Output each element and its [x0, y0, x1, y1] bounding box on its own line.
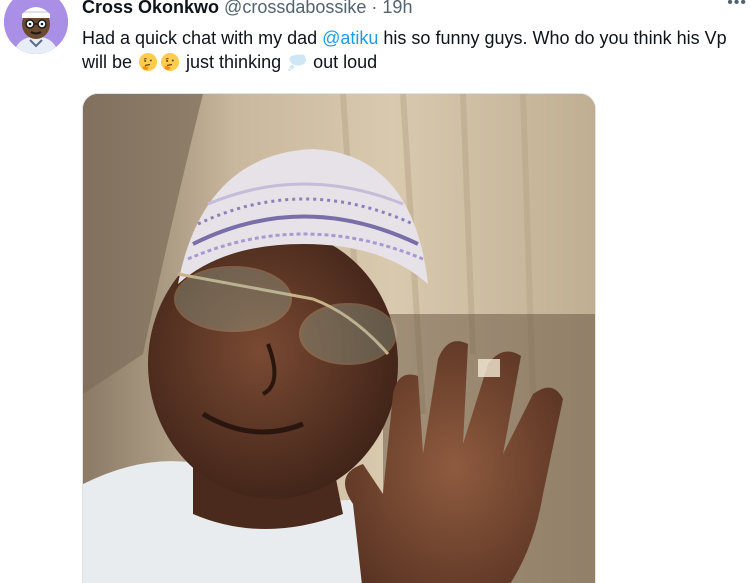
thought-balloon-emoji-icon — [287, 52, 307, 72]
display-name[interactable]: Cross Okonkwo — [82, 0, 219, 17]
more-options-icon[interactable]: ••• — [727, 0, 747, 12]
avatar-illustration-icon — [4, 0, 68, 54]
timestamp[interactable]: 19h — [382, 0, 412, 17]
tweet-text-segment: just thinking — [181, 52, 287, 72]
tweet-header: Cross Okonkwo @crossdabossike · 19h — [82, 0, 412, 18]
thinking-face-emoji-icon — [138, 52, 158, 72]
tweet-media-photo[interactable] — [82, 93, 596, 583]
mention-link[interactable]: @atiku — [322, 28, 378, 48]
tweet-text-segment: out loud — [308, 52, 378, 72]
thinking-face-emoji-icon — [160, 52, 180, 72]
tweet-text: Had a quick chat with my dad @atiku his … — [82, 26, 747, 74]
man-with-cap-waving-photo — [83, 94, 595, 583]
avatar[interactable] — [4, 0, 68, 54]
tweet-text-segment: Had a quick chat with my dad — [82, 28, 323, 48]
user-handle[interactable]: @crossdabossike — [224, 0, 366, 17]
tweet: Cross Okonkwo @crossdabossike · 19h ••• … — [0, 0, 751, 583]
separator-dot: · — [371, 0, 378, 17]
